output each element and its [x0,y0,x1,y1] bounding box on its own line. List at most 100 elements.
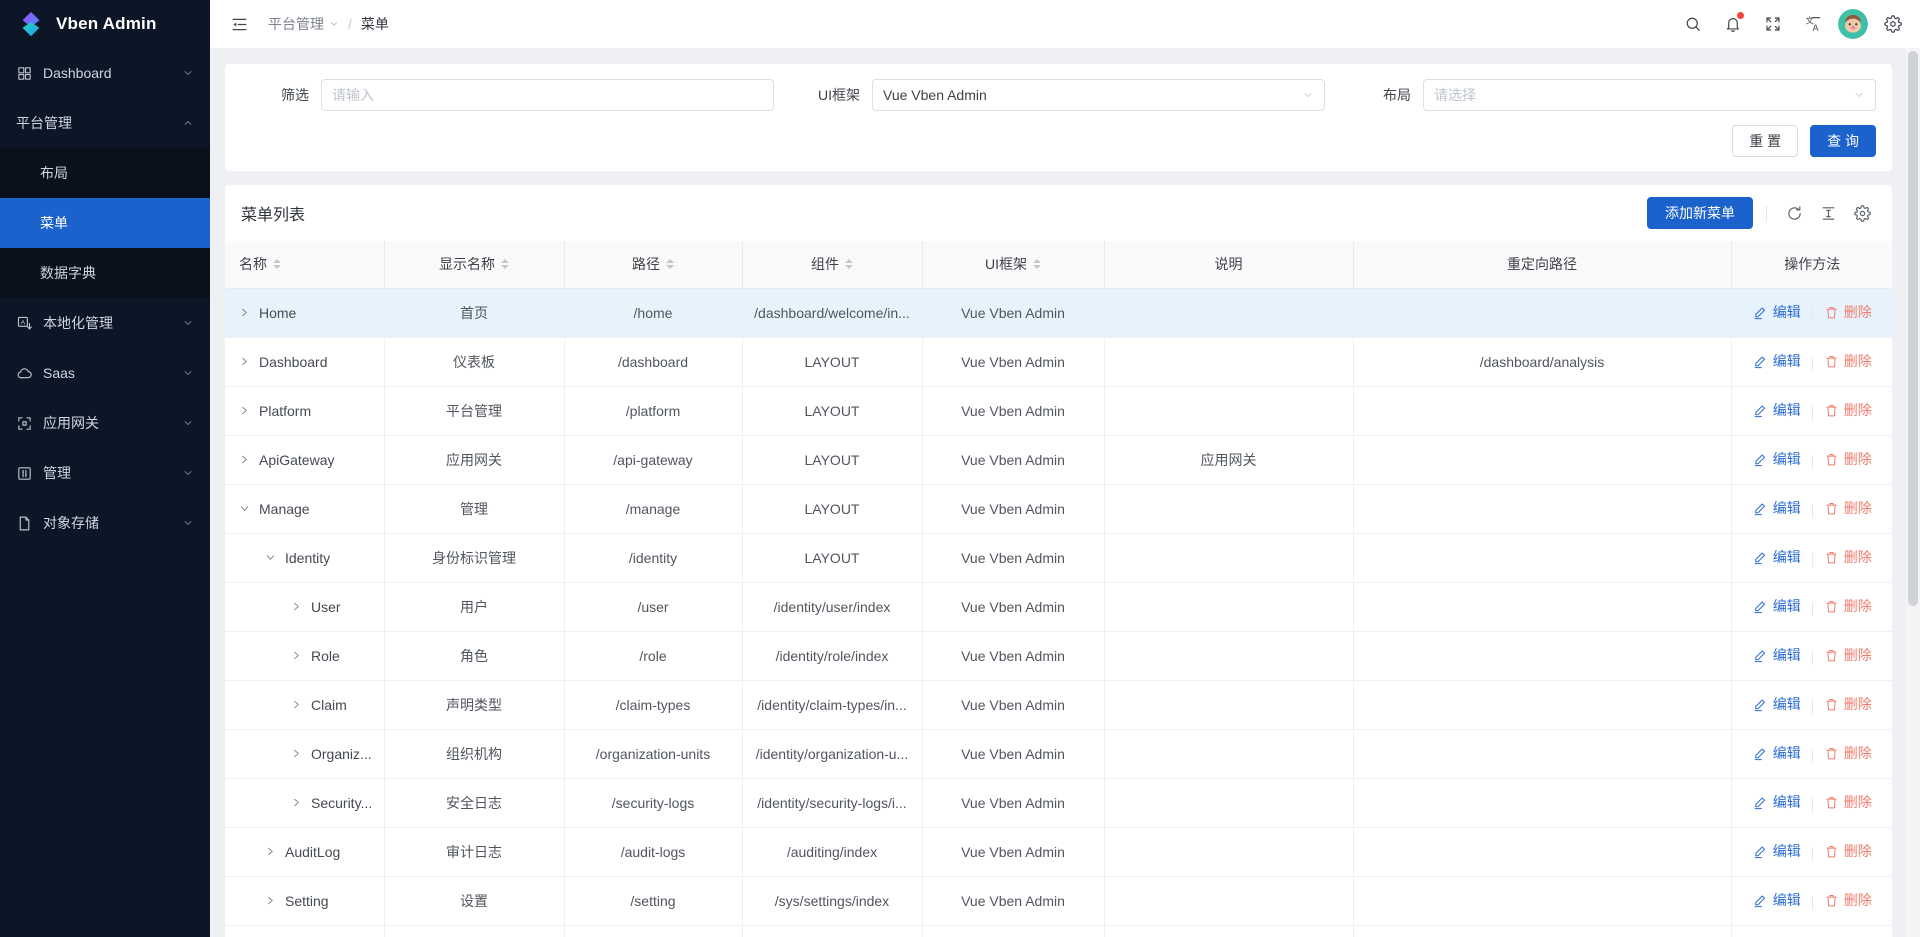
table-row[interactable]: Claim声明类型/claim-types/identity/claim-typ… [225,680,1892,729]
delete-button[interactable]: 删除 [1824,743,1872,763]
column-header-1[interactable]: 名称 [225,241,384,288]
sidebar-subitem-1[interactable]: 布局 [0,148,210,198]
chevron-right-icon[interactable] [291,797,302,808]
chevron-right-icon[interactable] [265,846,276,857]
ui-framework-select[interactable]: Vue Vben Admin [872,79,1325,111]
action-divider [1812,553,1813,567]
chevron-right-icon[interactable] [239,405,250,416]
delete-button[interactable]: 删除 [1824,498,1872,518]
sort-icon[interactable] [273,259,281,269]
table-row[interactable]: Security...安全日志/security-logs/identity/s… [225,778,1892,827]
table-row[interactable]: Dashboard仪表板/dashboardLAYOUTVue Vben Adm… [225,337,1892,386]
table-row[interactable]: User用户/user/identity/user/indexVue Vben … [225,582,1892,631]
sidebar-collapse-button[interactable] [222,7,256,41]
chevron-right-icon[interactable] [291,601,302,612]
sidebar-subitem-3[interactable]: 数据字典 [0,248,210,298]
cell-redirect [1353,827,1731,876]
fullscreen-icon[interactable] [1756,7,1790,41]
sidebar-item-dashboard[interactable]: Dashboard [0,48,210,98]
edit-button[interactable]: 编辑 [1753,547,1801,567]
settings-icon[interactable] [1876,7,1910,41]
chevron-right-icon[interactable] [291,650,302,661]
column-header-2[interactable]: 显示名称 [384,241,564,288]
breadcrumb: 平台管理 / 菜单 [268,14,389,34]
sort-icon[interactable] [845,259,853,269]
edit-button[interactable]: 编辑 [1753,302,1801,322]
sort-icon[interactable] [501,259,509,269]
edit-button[interactable]: 编辑 [1753,400,1801,420]
delete-button[interactable]: 删除 [1824,645,1872,665]
cell-description [1104,337,1353,386]
edit-button[interactable]: 编辑 [1753,498,1801,518]
column-header-3[interactable]: 路径 [564,241,742,288]
edit-button[interactable]: 编辑 [1753,743,1801,763]
logo[interactable]: Vben Admin [0,0,210,48]
chevron-right-icon[interactable] [291,748,302,759]
row-height-icon[interactable] [1814,199,1842,227]
add-menu-button[interactable]: 添加新菜单 [1647,197,1753,229]
delete-button[interactable]: 删除 [1824,890,1872,910]
table-row[interactable]: Identity身份标识管理/identityLAYOUTVue Vben Ad… [225,533,1892,582]
sidebar-subitem-2[interactable]: 菜单 [0,198,210,248]
column-settings-icon[interactable] [1848,199,1876,227]
table-row[interactable] [225,925,1892,937]
avatar[interactable] [1836,7,1870,41]
table-row[interactable]: Organiz...组织机构/organization-units/identi… [225,729,1892,778]
delete-button[interactable]: 删除 [1824,547,1872,567]
chevron-right-icon[interactable] [265,895,276,906]
notification-icon[interactable] [1716,7,1750,41]
sort-icon[interactable] [1033,259,1041,269]
translate-icon[interactable]: 文A [1796,7,1830,41]
column-header-5[interactable]: UI框架 [922,241,1104,288]
refresh-icon[interactable] [1780,199,1808,227]
edit-button[interactable]: 编辑 [1753,792,1801,812]
edit-button[interactable]: 编辑 [1753,351,1801,371]
chevron-right-icon[interactable] [239,356,250,367]
delete-button[interactable]: 删除 [1824,400,1872,420]
edit-button[interactable]: 编辑 [1753,596,1801,616]
table-row[interactable]: Role角色/role/identity/role/indexVue Vben … [225,631,1892,680]
table-row[interactable]: Home首页/home/dashboard/welcome/in...Vue V… [225,288,1892,337]
filter-input[interactable] [321,79,774,111]
table-row[interactable]: Platform平台管理/platformLAYOUTVue Vben Admi… [225,386,1892,435]
chevron-right-icon[interactable] [239,307,250,318]
edit-button[interactable]: 编辑 [1753,841,1801,861]
delete-button[interactable]: 删除 [1824,351,1872,371]
chevron-right-icon[interactable] [291,699,302,710]
chevron-right-icon[interactable] [239,454,250,465]
sidebar-item-storage[interactable]: 对象存储 [0,498,210,548]
delete-button[interactable]: 删除 [1824,449,1872,469]
layout-select[interactable]: 请选择 [1423,79,1876,111]
column-header-label: 组件 [811,254,839,274]
column-header-4[interactable]: 组件 [742,241,922,288]
delete-button[interactable]: 删除 [1824,841,1872,861]
edit-button[interactable]: 编辑 [1753,645,1801,665]
delete-button[interactable]: 删除 [1824,302,1872,322]
sort-icon[interactable] [666,259,674,269]
edit-pencil-icon [1753,648,1768,663]
table-row[interactable]: ApiGateway应用网关/api-gatewayLAYOUTVue Vben… [225,435,1892,484]
query-button[interactable]: 查 询 [1810,125,1876,157]
delete-button[interactable]: 删除 [1824,792,1872,812]
table-row[interactable]: AuditLog审计日志/audit-logs/auditing/indexVu… [225,827,1892,876]
chevron-down-icon[interactable] [239,503,250,514]
table-row[interactable]: Manage管理/manageLAYOUTVue Vben Admin编辑删除 [225,484,1892,533]
search-icon[interactable] [1676,7,1710,41]
table-row[interactable]: Setting设置/setting/sys/settings/indexVue … [225,876,1892,925]
edit-button[interactable]: 编辑 [1753,449,1801,469]
delete-button[interactable]: 删除 [1824,694,1872,714]
sidebar-item-localization[interactable]: A本地化管理 [0,298,210,348]
reset-button[interactable]: 重 置 [1732,125,1798,157]
vertical-scrollbar[interactable] [1906,48,1920,937]
chevron-down-icon[interactable] [265,552,276,563]
delete-button[interactable]: 删除 [1824,596,1872,616]
trash-icon [1824,599,1839,614]
sidebar-item-manage[interactable]: 管理 [0,448,210,498]
sidebar-item-saas[interactable]: Saas [0,348,210,398]
edit-button[interactable]: 编辑 [1753,890,1801,910]
breadcrumb-item-platform[interactable]: 平台管理 [268,14,339,34]
sidebar-item-platform[interactable]: 平台管理 [0,98,210,148]
scrollbar-thumb[interactable] [1908,51,1918,606]
edit-button[interactable]: 编辑 [1753,694,1801,714]
sidebar-item-gateway[interactable]: 应用网关 [0,398,210,448]
